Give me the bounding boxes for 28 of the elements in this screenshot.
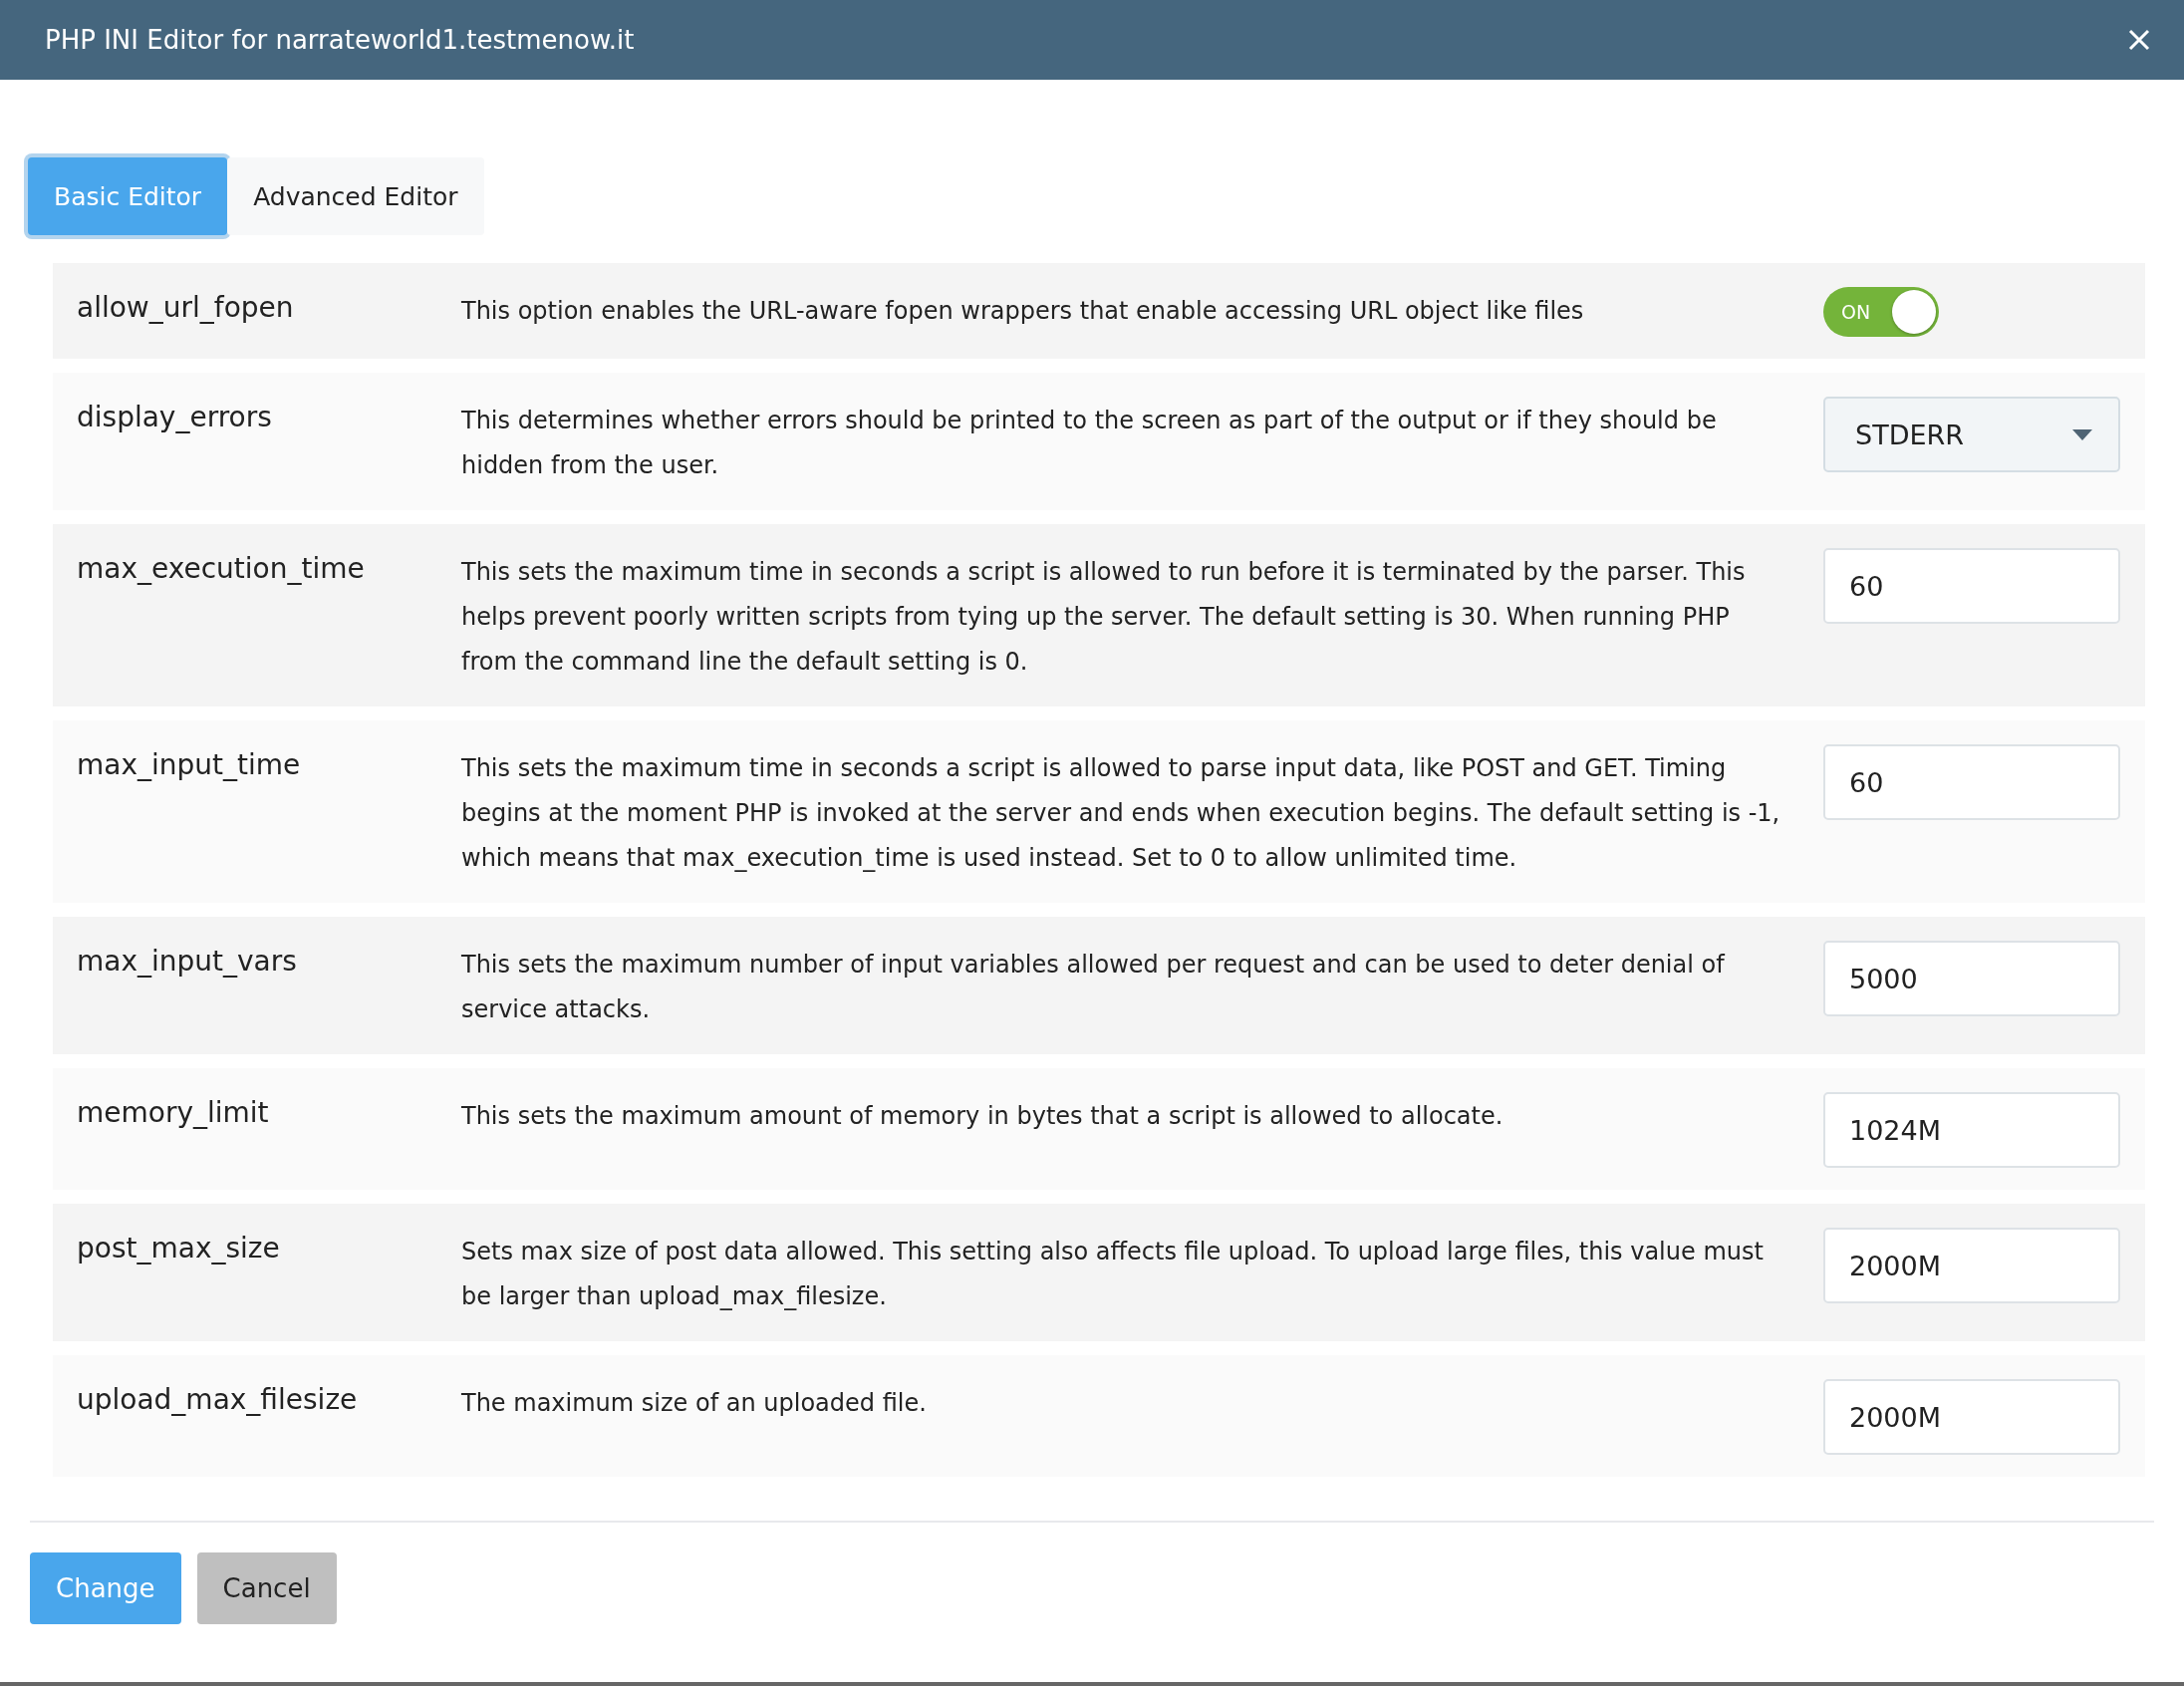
input-field[interactable]: 60 xyxy=(1823,744,2120,820)
setting-name: display_errors xyxy=(77,400,273,433)
input-field[interactable]: 1024M xyxy=(1823,1092,2120,1168)
setting-name: max_execution_time xyxy=(77,551,366,585)
setting-description: This sets the maximum amount of memory in bytes that a script is allowed to allocate. xyxy=(461,1101,1504,1132)
setting-description: This sets the maximum number of input variables allowed per request and can be used to deter denial of service attacks. xyxy=(461,950,1727,1025)
caret-icon xyxy=(2072,428,2092,440)
input-field[interactable]: 5000 xyxy=(1823,941,2120,1016)
input-field[interactable]: 2000M xyxy=(1823,1228,2120,1303)
close-icon xyxy=(2128,29,2150,51)
setting-description: This determines whether errors should be printed to the screen as part of the output or if they should be hidden from the user. xyxy=(461,406,1718,481)
input-field[interactable]: 2000M xyxy=(1823,1379,2120,1455)
cancel-button[interactable]: Cancel xyxy=(196,1552,337,1624)
dialog-title: PHP INI Editor for narrateworld1.testmenow.it xyxy=(45,25,635,55)
setting-description: The maximum size of an uploaded file. xyxy=(461,1388,928,1419)
setting-description: This sets the maximum time in seconds a script is allowed to parse input data, like POST and GET. Timing begins at the moment PHP is invoked at the server and ends when execution begins. The default setting is -1, which means that max_execution_time is used instead. Set to 0 to allow unlimited time. xyxy=(461,753,1781,874)
dropdown-select[interactable]: STDERR xyxy=(1823,397,2120,472)
setting-description: This sets the maximum time in seconds a script is allowed to run before it is terminated by the parser. This helps prevent poorly written scripts from tying up the server. The default setting is 30. When running PHP from the command line the default setting is 0. xyxy=(461,557,1747,678)
tab[interactable]: Advanced Editor xyxy=(227,157,484,235)
setting-name: upload_max_filesize xyxy=(77,1382,359,1416)
input-field[interactable]: 60 xyxy=(1823,548,2120,624)
setting-description: Sets max size of post data allowed. This setting also affects file upload. To upload large files, this value must be larger than upload_max_filesize. xyxy=(461,1237,1765,1312)
setting-name: post_max_size xyxy=(77,1231,281,1264)
setting-name: memory_limit xyxy=(77,1095,270,1129)
setting-name: allow_url_fopen xyxy=(77,290,295,324)
setting-description: This option enables the URL-aware fopen wrappers that enable accessing URL object like files xyxy=(461,296,1585,327)
setting-name: max_input_time xyxy=(77,747,302,781)
setting-name: max_input_vars xyxy=(77,944,298,978)
